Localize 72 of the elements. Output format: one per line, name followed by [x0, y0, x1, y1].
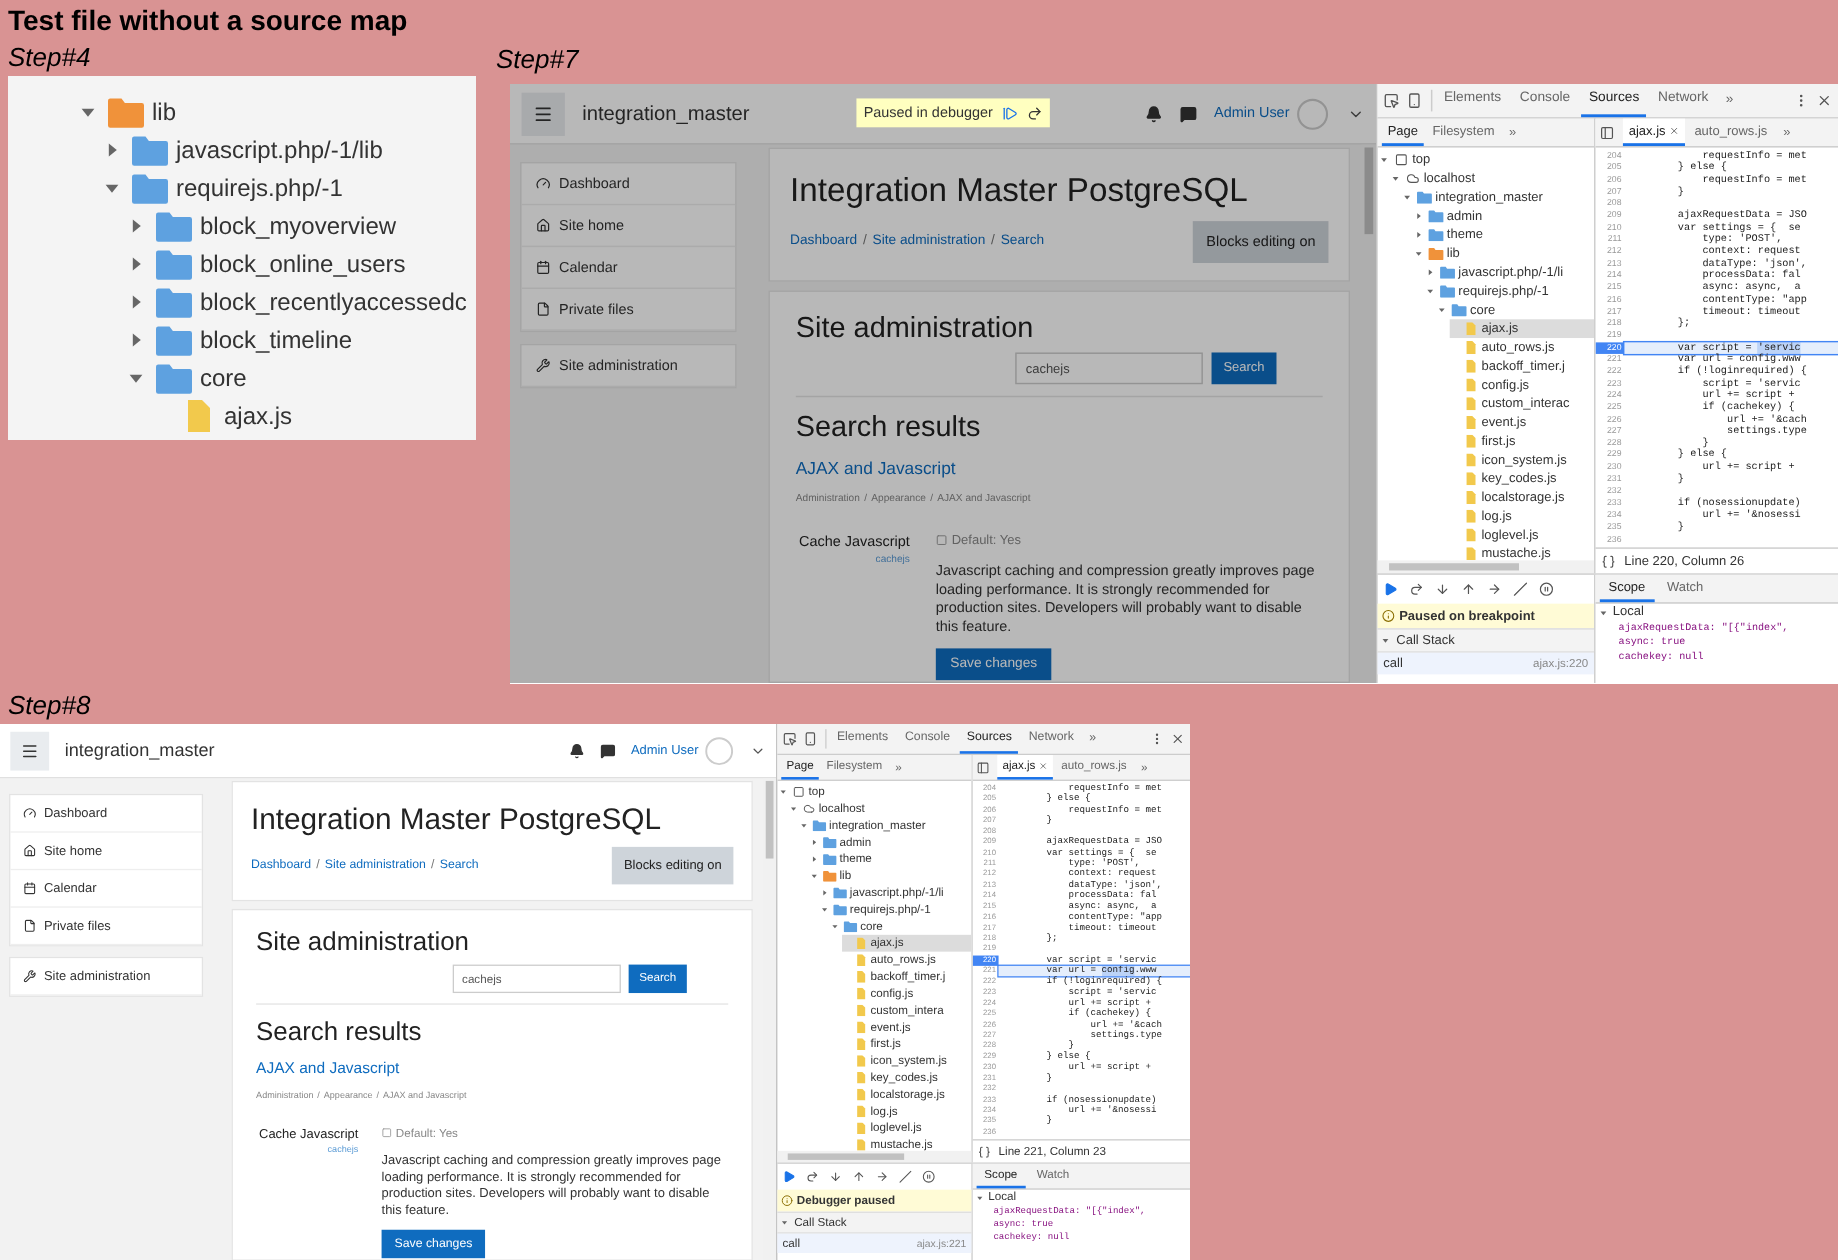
play-icon[interactable]: [1383, 582, 1398, 597]
triangle-down-icon[interactable]: [1599, 608, 1608, 616]
chat-icon[interactable]: [599, 742, 616, 759]
menu-icon: [20, 741, 39, 760]
triangle-down-icon[interactable]: [976, 1194, 984, 1201]
triangle-down-icon[interactable]: [1403, 193, 1411, 201]
page-heading: Integration Master PostgreSQL: [250, 800, 664, 837]
triangle-right-icon[interactable]: [1415, 212, 1423, 220]
menu-icon: [533, 103, 554, 124]
triangle-right-icon[interactable]: [128, 293, 144, 309]
page-title: Test file without a source map: [6, 2, 410, 40]
play-icon[interactable]: [782, 1170, 796, 1184]
resume-icon[interactable]: [1001, 104, 1018, 121]
triangle-down-icon[interactable]: [779, 788, 787, 796]
step-label: Step#4: [6, 40, 93, 76]
tree-item[interactable]: block_online_users: [128, 244, 476, 282]
triangle-down-icon[interactable]: [1381, 636, 1390, 645]
triangle-down-icon[interactable]: [781, 1219, 788, 1226]
triangle-right-icon[interactable]: [1426, 268, 1434, 276]
page-heading: Integration Master PostgreSQL: [790, 169, 1250, 210]
triangle-down-icon[interactable]: [80, 103, 96, 119]
section-heading: Site administration: [795, 310, 1036, 347]
triangle-down-icon[interactable]: [790, 805, 797, 812]
tree-item[interactable]: javascript.php/-1/lib: [104, 130, 476, 168]
triangle-down-icon[interactable]: [821, 906, 828, 913]
triangle-down-icon[interactable]: [1391, 174, 1400, 183]
scrollbar-thumb[interactable]: [787, 1153, 905, 1160]
tree-item[interactable]: block_recentlyaccessedc: [128, 282, 476, 320]
chat-icon[interactable]: [1179, 104, 1197, 123]
scrollbar-thumb[interactable]: [1389, 563, 1519, 571]
triangle-down-icon[interactable]: [128, 369, 144, 385]
triangle-down-icon[interactable]: [1426, 287, 1434, 295]
scrollbar[interactable]: [777, 1150, 972, 1163]
tree-item[interactable]: lib: [80, 92, 476, 130]
section-heading: Site administration: [256, 926, 471, 960]
menu-button[interactable]: [521, 91, 565, 136]
step-label: Step#8: [6, 688, 93, 724]
section-heading: Search results: [256, 1015, 424, 1049]
device-icon[interactable]: [1406, 92, 1423, 109]
triangle-down-icon[interactable]: [811, 872, 818, 880]
site-name[interactable]: integration_master: [582, 98, 750, 129]
scrollbar[interactable]: [1377, 560, 1595, 574]
triangle-down-icon[interactable]: [1438, 306, 1446, 314]
result-link[interactable]: AJAX and Javascript: [795, 454, 956, 481]
triangle-right-icon[interactable]: [821, 889, 828, 897]
bell-icon[interactable]: [1144, 104, 1163, 123]
tree-item[interactable]: block_myoverview: [128, 206, 476, 244]
triangle-right-icon[interactable]: [128, 331, 144, 347]
triangle-right-icon[interactable]: [128, 255, 144, 271]
section-heading: Search results: [795, 409, 983, 447]
tree-item[interactable]: block_timeline: [128, 320, 476, 358]
triangle-down-icon[interactable]: [831, 923, 839, 930]
triangle-right-icon[interactable]: [1415, 231, 1423, 239]
triangle-right-icon[interactable]: [128, 217, 144, 233]
triangle-down-icon[interactable]: [800, 822, 808, 829]
tree-item[interactable]: requirejs.php/-1: [104, 168, 476, 206]
menu-button[interactable]: [10, 731, 50, 770]
close-icon[interactable]: [1816, 92, 1833, 109]
site-name[interactable]: integration_master: [64, 736, 215, 765]
step-label: Step#7: [496, 42, 582, 78]
inspect-icon[interactable]: [1383, 92, 1400, 109]
triangle-right-icon[interactable]: [811, 855, 818, 863]
triangle-right-icon[interactable]: [104, 141, 120, 157]
triangle-down-icon[interactable]: [1415, 250, 1423, 258]
scrollbar-thumb[interactable]: [1364, 147, 1374, 235]
step-over-icon[interactable]: [1026, 104, 1042, 121]
bell-icon[interactable]: [568, 742, 585, 759]
tree-item[interactable]: ajax.js: [152, 396, 476, 434]
scrollbar-thumb[interactable]: [765, 780, 774, 859]
triangle-down-icon[interactable]: [1380, 156, 1388, 164]
tree-item[interactable]: core: [128, 358, 476, 396]
triangle-down-icon[interactable]: [104, 179, 120, 195]
